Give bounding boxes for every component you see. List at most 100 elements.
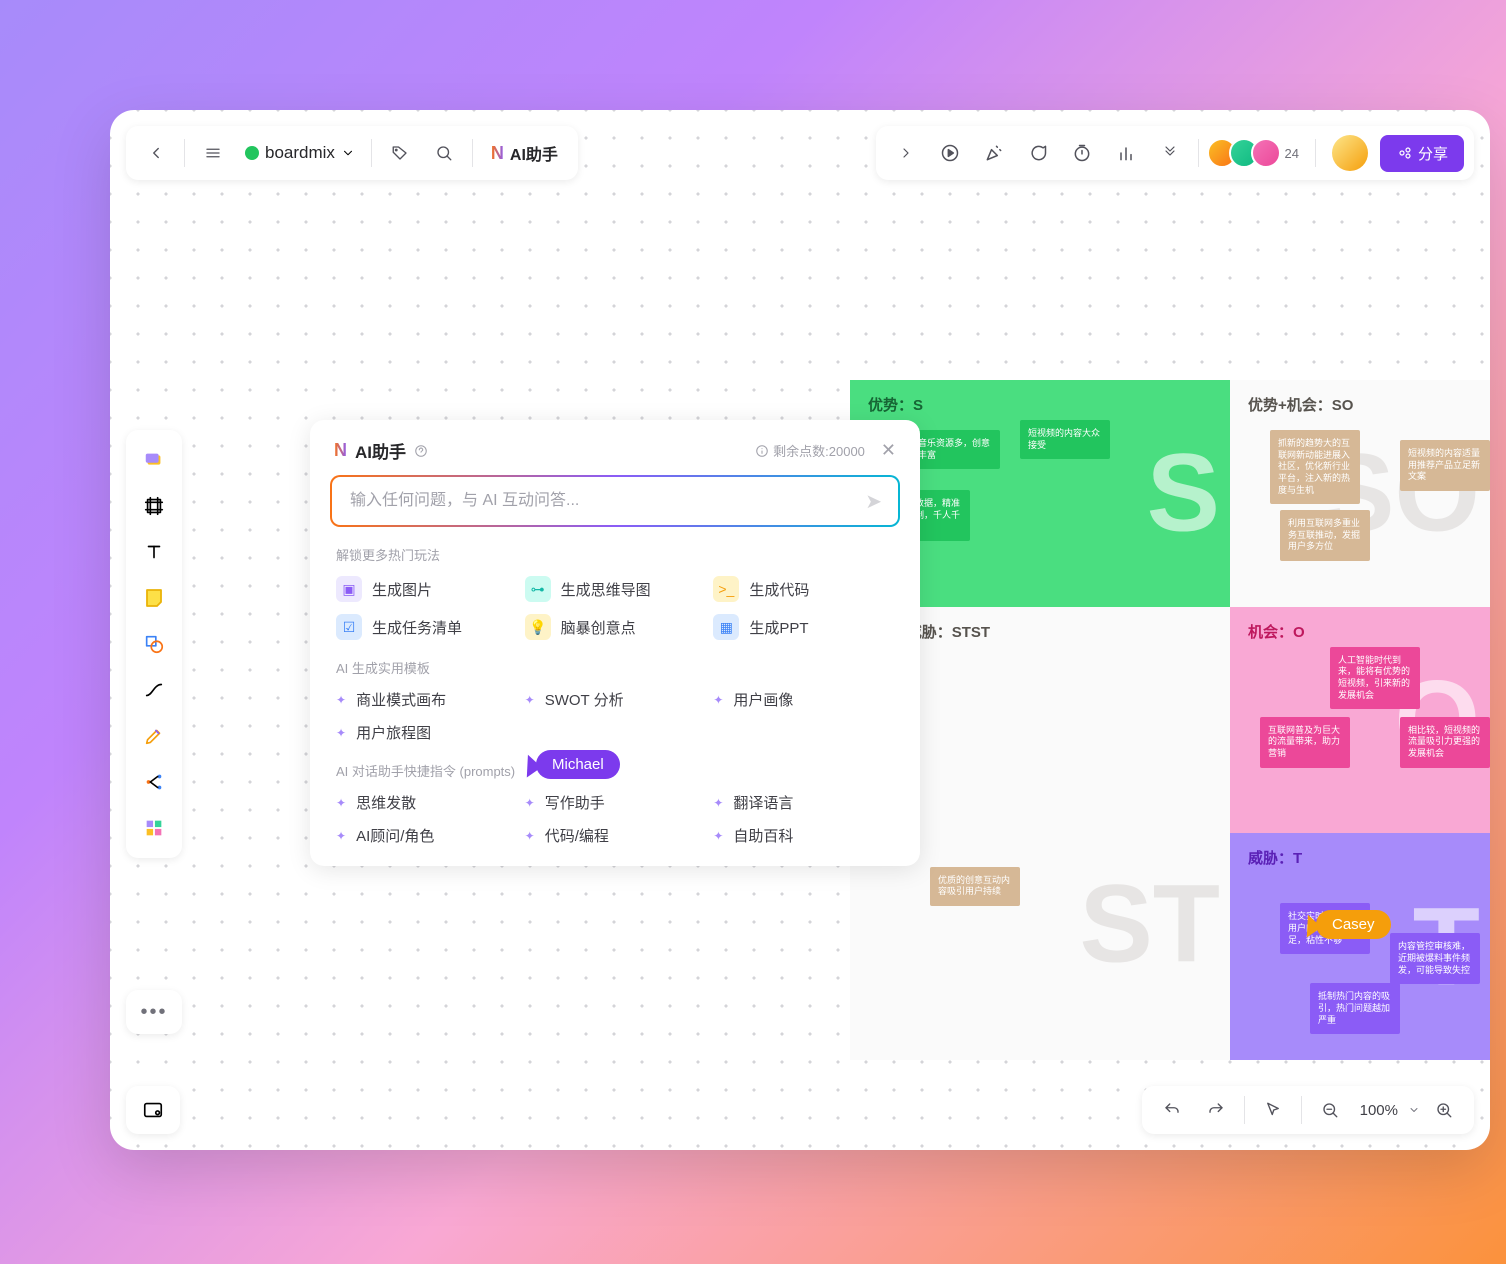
gen-ppt[interactable]: ▦生成PPT xyxy=(713,614,894,640)
swot-o-label: 机会：O xyxy=(1248,621,1472,642)
brand-name: boardmix xyxy=(265,143,335,163)
timer-button[interactable] xyxy=(1062,133,1102,173)
template-journey[interactable]: ✦用户旅程图 xyxy=(336,722,517,743)
gen-image[interactable]: ▣生成图片 xyxy=(336,576,517,602)
help-icon[interactable] xyxy=(414,444,428,458)
spark-icon: ✦ xyxy=(713,829,723,843)
side-toolbar xyxy=(126,430,182,858)
share-icon xyxy=(1396,145,1412,161)
redo-button[interactable] xyxy=(1196,1090,1236,1130)
divider xyxy=(1244,1096,1245,1124)
chevron-down-icon xyxy=(341,146,355,160)
pointer-mode[interactable] xyxy=(1253,1090,1293,1130)
code-icon: >_ xyxy=(713,576,739,602)
search-button[interactable] xyxy=(424,133,464,173)
gen-mindmap[interactable]: ⊶生成思维导图 xyxy=(525,576,706,602)
more-tools[interactable]: ••• xyxy=(126,990,182,1034)
gen-code[interactable]: >_生成代码 xyxy=(713,576,894,602)
spark-icon: ✦ xyxy=(336,693,346,707)
swot-grid: 优势：S S 音乐资源多，创意丰富 基于大数据，精准分发机制，千人千面 短视频的… xyxy=(850,380,1490,1060)
sticky-note-tool[interactable] xyxy=(134,578,174,618)
ai-button-label: AI助手 xyxy=(510,141,558,165)
owner-avatar[interactable] xyxy=(1332,135,1368,171)
menu-button[interactable] xyxy=(193,133,233,173)
note[interactable]: 短视频的内容适量用推荐产品立足新文案 xyxy=(1400,440,1490,491)
letter-st: ST xyxy=(1079,860,1220,987)
note[interactable]: 抓新的趋势大的互联网新动能进展入社区，优化新行业平台，注入新的热度与生机 xyxy=(1270,430,1360,504)
chart-button[interactable] xyxy=(1106,133,1146,173)
prompt-writing[interactable]: ✦写作助手 xyxy=(525,792,706,813)
prompt-encyclopedia[interactable]: ✦自助百科 xyxy=(713,825,894,846)
spark-icon: ✦ xyxy=(713,796,723,810)
zoom-in[interactable] xyxy=(1424,1090,1464,1130)
note[interactable]: 人工智能时代到来，能将有优势的短视频，引来新的发展机会 xyxy=(1330,647,1420,710)
swot-so[interactable]: 优势+机会：SO SO 抓新的趋势大的互联网新动能进展入社区，优化新行业平台，注… xyxy=(1230,380,1490,607)
ppt-icon: ▦ xyxy=(713,614,739,640)
template-persona[interactable]: ✦用户画像 xyxy=(713,689,894,710)
back-button[interactable] xyxy=(136,133,176,173)
gen-brainstorm[interactable]: 💡脑暴创意点 xyxy=(525,614,706,640)
brand-dropdown[interactable]: boardmix xyxy=(237,143,363,163)
zoom-level[interactable]: 100% xyxy=(1354,1102,1404,1119)
shape-tool[interactable] xyxy=(134,624,174,664)
lightbulb-icon: 💡 xyxy=(525,614,551,640)
image-icon: ▣ xyxy=(336,576,362,602)
divider xyxy=(472,139,473,167)
select-tool[interactable] xyxy=(134,440,174,480)
text-tool[interactable] xyxy=(134,532,174,572)
divider xyxy=(1301,1096,1302,1124)
swot-opportunities[interactable]: 机会：O O 人工智能时代到来，能将有优势的短视频，引来新的发展机会 互联网普及… xyxy=(1230,607,1490,834)
note[interactable]: 利用互联网多重业务互联推动，发掘用户多方位 xyxy=(1280,510,1370,561)
spark-icon: ✦ xyxy=(336,829,346,843)
note[interactable]: 相比较，短视频的流量吸引力更强的发展机会 xyxy=(1400,717,1490,768)
template-canvas[interactable]: ✦商业模式画布 xyxy=(336,689,517,710)
ai-assistant-button[interactable]: N AI助手 xyxy=(481,141,568,165)
prompt-advisor[interactable]: ✦AI顾问/角色 xyxy=(336,825,517,846)
gen-todo[interactable]: ☑生成任务清单 xyxy=(336,614,517,640)
tag-button[interactable] xyxy=(380,133,420,173)
play-button[interactable] xyxy=(930,133,970,173)
note[interactable]: 音乐资源多，创意丰富 xyxy=(910,430,1000,469)
note[interactable]: 抵制热门内容的吸引，热门问题越加严重 xyxy=(1310,983,1400,1034)
zoom-out[interactable] xyxy=(1310,1090,1350,1130)
section-title: AI 生成实用模板 xyxy=(336,658,894,677)
mindmap-icon: ⊶ xyxy=(525,576,551,602)
note[interactable]: 短视频的内容大众接受 xyxy=(1020,420,1110,459)
letter-s: S xyxy=(1147,430,1220,557)
note[interactable]: 优质的创意互动内容吸引用户持续 xyxy=(930,867,1020,906)
prompt-translate[interactable]: ✦翻译语言 xyxy=(713,792,894,813)
template-swot[interactable]: ✦SWOT 分析 xyxy=(525,689,706,710)
prompt-divergent[interactable]: ✦思维发散 xyxy=(336,792,517,813)
templates-tool[interactable] xyxy=(134,808,174,848)
note[interactable]: 内容管控审核难，近期被爆料事件频发，可能导致失控 xyxy=(1390,933,1480,984)
ai-prompt-input[interactable] xyxy=(330,475,900,527)
prompt-coding[interactable]: ✦代码/编程 xyxy=(525,825,706,846)
pen-tool[interactable] xyxy=(134,716,174,756)
more-tools-button[interactable] xyxy=(1150,133,1190,173)
spark-icon: ✦ xyxy=(525,693,535,707)
send-button[interactable]: ➤ xyxy=(865,489,882,514)
minimap-button[interactable] xyxy=(126,1086,180,1134)
chevron-down-icon[interactable] xyxy=(1408,1104,1420,1116)
share-button[interactable]: 分享 xyxy=(1380,135,1464,172)
swot-s-label: 优势：S xyxy=(868,394,1212,415)
close-button[interactable]: ✕ xyxy=(881,440,896,461)
brand-dot-icon xyxy=(245,146,259,160)
comment-button[interactable] xyxy=(1018,133,1058,173)
undo-button[interactable] xyxy=(1152,1090,1192,1130)
divider xyxy=(184,139,185,167)
expand-button[interactable] xyxy=(886,133,926,173)
divider xyxy=(1315,139,1316,167)
avatar-count: 24 xyxy=(1285,146,1299,161)
mindmap-tool[interactable] xyxy=(134,762,174,802)
info-icon xyxy=(755,444,769,458)
share-label: 分享 xyxy=(1418,143,1448,164)
celebrate-button[interactable] xyxy=(974,133,1014,173)
note[interactable]: 互联网普及为巨大的流量带来，助力营销 xyxy=(1260,717,1350,768)
connector-tool[interactable] xyxy=(134,670,174,710)
collaborators[interactable]: 24 xyxy=(1215,138,1299,168)
swot-threats[interactable]: 威胁：T T 社交实时性较弱，用户的海量性不足，粘性不够 内容管控审核难，近期被… xyxy=(1230,833,1490,1060)
frame-tool[interactable] xyxy=(134,486,174,526)
ai-logo-icon: N xyxy=(491,143,504,164)
remaining-points-text: 剩余点数:20000 xyxy=(773,441,865,460)
